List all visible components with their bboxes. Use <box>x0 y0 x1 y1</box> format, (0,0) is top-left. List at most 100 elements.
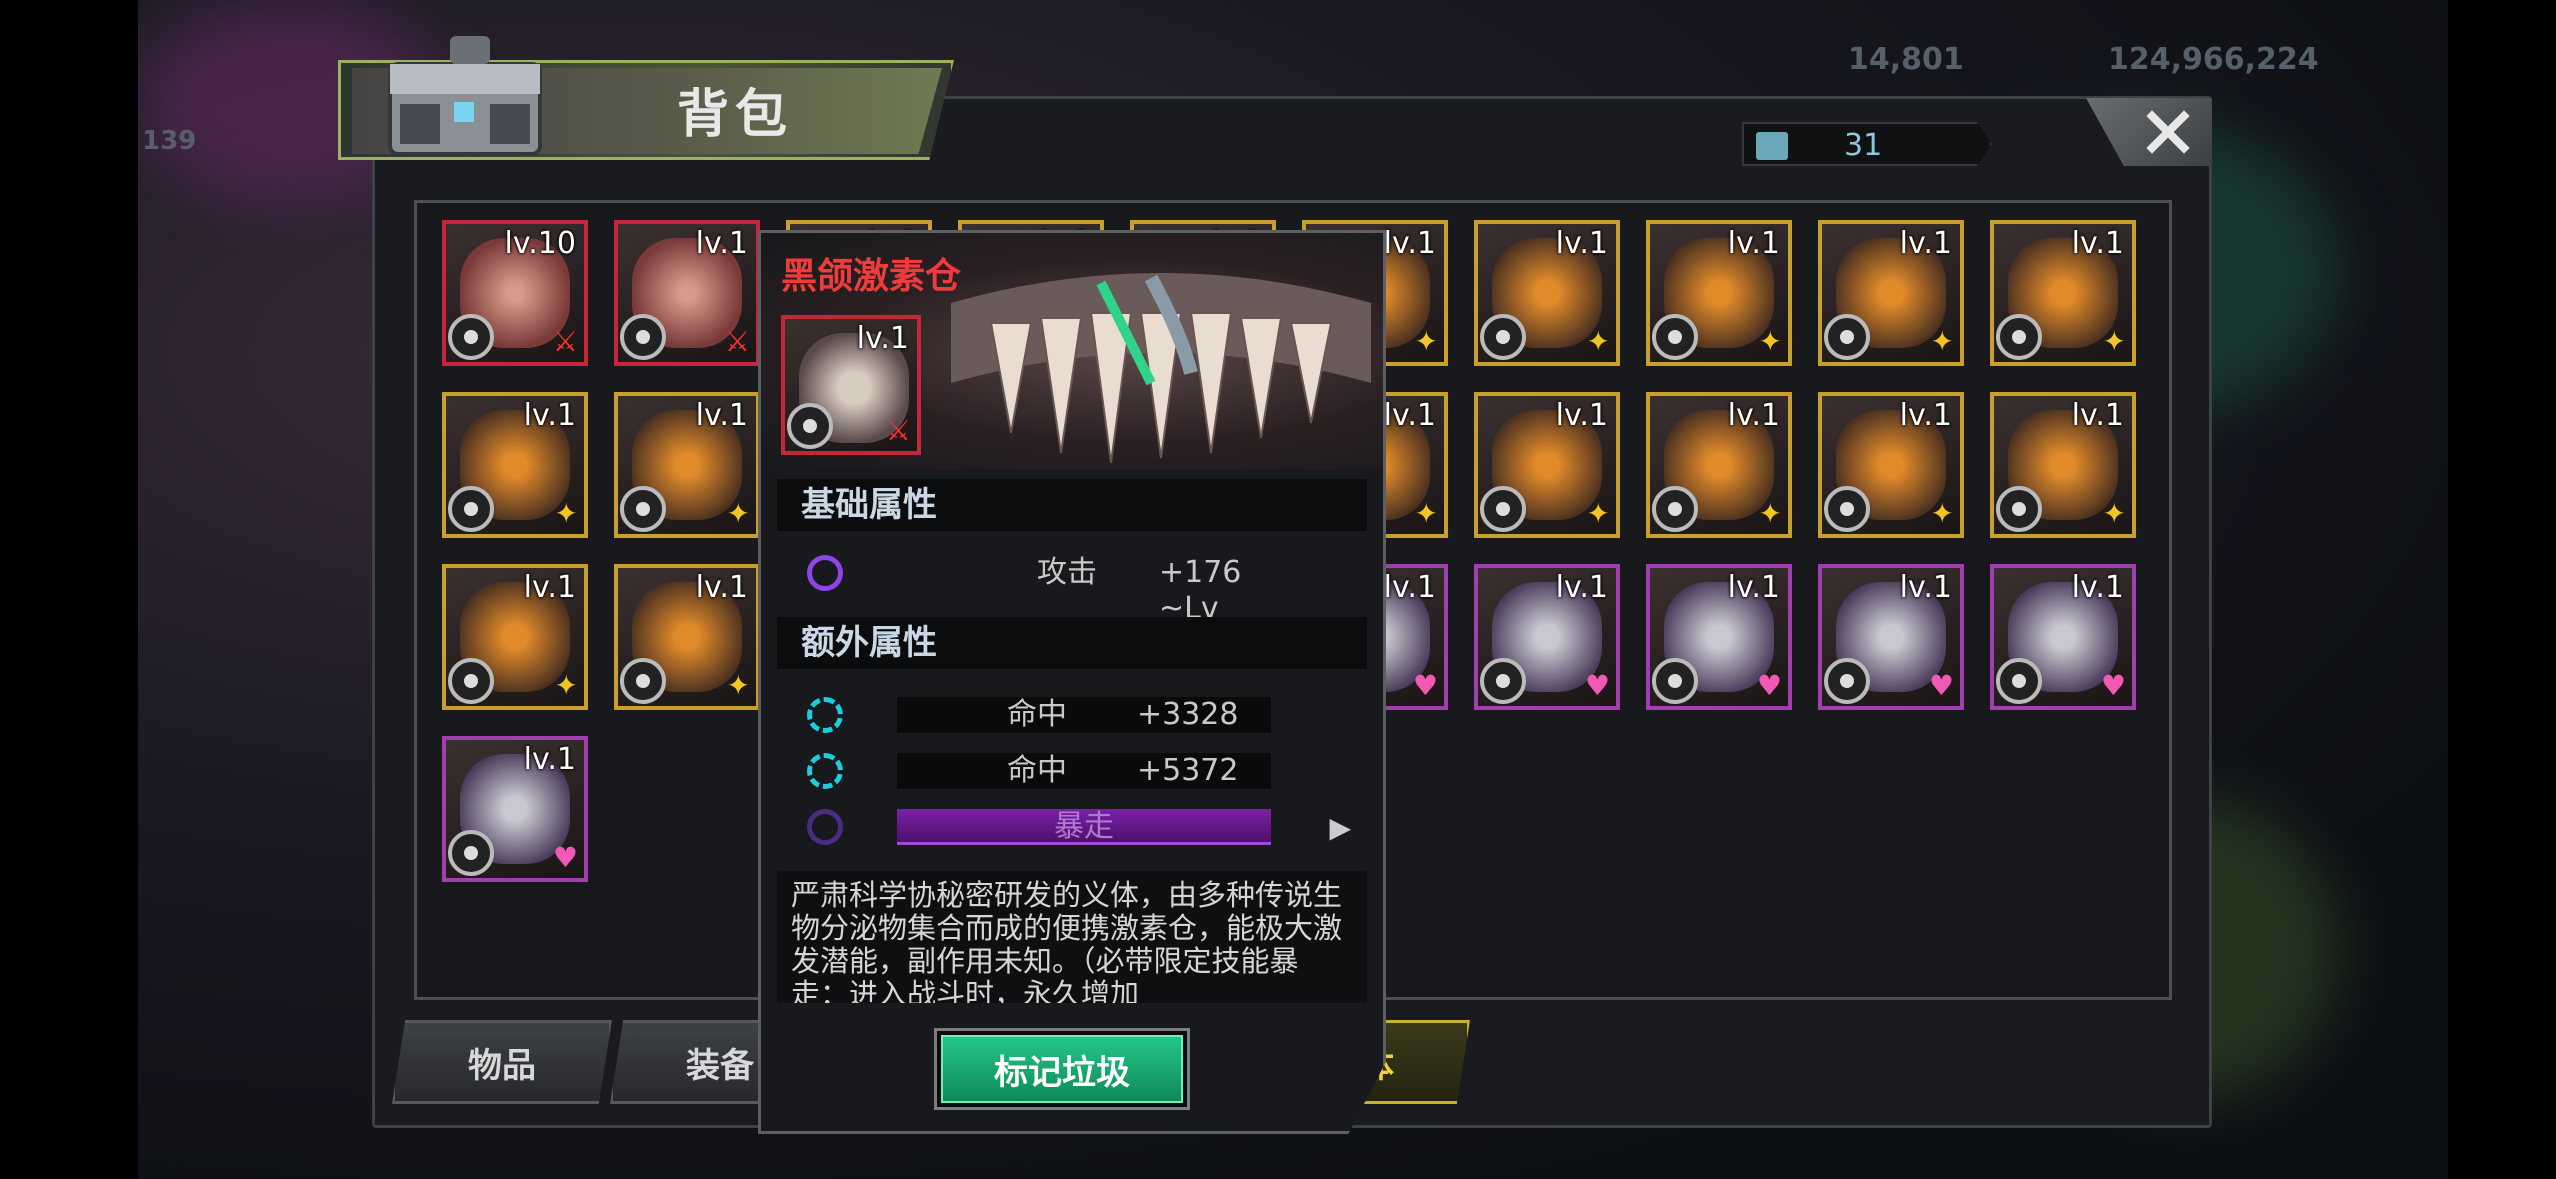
base-attributes-header: 基础属性 <box>777 479 1367 531</box>
slot-icon <box>1996 486 2042 532</box>
item-level: lv.1 <box>2071 398 2124 433</box>
inventory-item[interactable]: lv.1 ♥ <box>1990 564 2136 710</box>
inventory-item[interactable]: lv.1 ♥ <box>1818 564 1964 710</box>
hit-stat-bar-1: 命中 +3328 <box>897 697 1271 733</box>
slot-icon <box>448 658 494 704</box>
slot-icon <box>620 658 666 704</box>
hit-stat-icon <box>807 753 843 789</box>
item-level: lv.1 <box>1383 570 1436 605</box>
item-class-icon: ✦ <box>1758 325 1782 358</box>
attack-stat-name: 攻击 <box>1037 555 1097 590</box>
slot-icon <box>1824 486 1870 532</box>
mark-trash-button[interactable]: 标记垃圾 <box>934 1028 1190 1110</box>
item-class-icon: ⚔ <box>552 325 578 358</box>
inventory-item[interactable]: lv.1 ✦ <box>1646 392 1792 538</box>
tab-items[interactable]: 物品 <box>392 1020 612 1104</box>
item-level: lv.1 <box>523 570 576 605</box>
attack-stat-bar: 攻击 +176 ~Lv <box>897 555 1271 626</box>
inventory-item[interactable]: lv.1 ✦ <box>1818 392 1964 538</box>
side-number: 139 <box>142 126 197 156</box>
resource-2-value: 124,966,224 <box>2108 42 2319 77</box>
hit-stat-value-2: +5372 <box>1137 753 1239 788</box>
page-title: 背包 <box>676 85 793 145</box>
item-class-icon: ✦ <box>726 497 750 530</box>
item-class-icon: ♥ <box>1412 669 1438 702</box>
base-stat-attack: 攻击 +176 ~Lv <box>777 551 1367 626</box>
chest-icon <box>388 36 542 156</box>
resource-1-value: 14,801 <box>1848 42 1964 77</box>
slot-icon <box>1996 314 2042 360</box>
inventory-item[interactable]: lv.10 ⚔ <box>442 220 588 366</box>
hit-stat-icon <box>807 697 843 733</box>
item-level: lv.1 <box>523 742 576 777</box>
item-class-icon: ✦ <box>1586 325 1610 358</box>
skill-icon <box>807 809 843 845</box>
item-level: lv.1 <box>1727 398 1780 433</box>
slot-icon <box>1824 658 1870 704</box>
close-icon <box>2146 110 2190 154</box>
item-class-icon: ♥ <box>1584 669 1610 702</box>
tab-items-label: 物品 <box>468 1045 536 1086</box>
attack-stat-icon <box>807 555 843 591</box>
slot-icon <box>1480 486 1526 532</box>
item-class-icon: ✦ <box>554 497 578 530</box>
item-detail-popup: 黑颌激素仓 lv.1 ⚔ 基础属性 攻击 +176 ~Lv 额外属性 命中 +3… <box>758 230 1386 1134</box>
slot-icon <box>1652 314 1698 360</box>
play-arrow-icon[interactable]: ▶ <box>1329 811 1351 844</box>
item-level: lv.1 <box>695 226 748 261</box>
item-level: lv.1 <box>1555 226 1608 261</box>
item-level: lv.1 <box>2071 570 2124 605</box>
inventory-item[interactable]: lv.1 ✦ <box>614 564 760 710</box>
item-description[interactable]: 严肃科学协秘密研发的义体，由多种传说生物分泌物集合而成的便携激素仓，能极大激发潜… <box>777 871 1367 1003</box>
item-class-icon: ✦ <box>554 669 578 702</box>
skill-rampage-row[interactable]: 暴走 ▶ <box>777 805 1367 849</box>
inventory-item[interactable]: lv.1 ✦ <box>614 392 760 538</box>
inventory-item[interactable]: lv.1 ✦ <box>442 564 588 710</box>
inventory-item[interactable]: lv.1 ✦ <box>1474 220 1620 366</box>
item-class-icon: ✦ <box>1930 497 1954 530</box>
item-class-icon: ✦ <box>1414 325 1438 358</box>
slot-icon <box>787 403 833 449</box>
item-class-icon: ✦ <box>2102 325 2126 358</box>
inventory-item[interactable]: lv.1 ✦ <box>1646 220 1792 366</box>
slot-icon <box>1652 658 1698 704</box>
inventory-item[interactable]: lv.1 ✦ <box>1474 392 1620 538</box>
item-hero-art: 黑颌激素仓 lv.1 ⚔ <box>761 233 1383 469</box>
item-class-icon: ✦ <box>1586 497 1610 530</box>
slot-icon <box>620 314 666 360</box>
skill-rampage-label: 暴走 <box>897 809 1271 845</box>
item-level: lv.1 <box>1899 570 1952 605</box>
hit-stat-bar-2: 命中 +5372 <box>897 753 1271 789</box>
item-level: lv.1 <box>695 398 748 433</box>
item-level: lv.1 <box>1555 398 1608 433</box>
extra-stat-hit-1: 命中 +3328 <box>777 693 1367 737</box>
item-level: lv.1 <box>2071 226 2124 261</box>
inventory-item[interactable]: lv.1 ✦ <box>1818 220 1964 366</box>
slot-icon <box>448 830 494 876</box>
slot-icon <box>1652 486 1698 532</box>
slot-icon <box>1824 314 1870 360</box>
item-class-icon: ♥ <box>2100 669 2126 702</box>
item-level: lv.1 <box>1899 226 1952 261</box>
inventory-item[interactable]: lv.1 ♥ <box>1646 564 1792 710</box>
inventory-item[interactable]: lv.1 ♥ <box>442 736 588 882</box>
item-level: lv.1 <box>523 398 576 433</box>
hit-stat-value-1: +3328 <box>1137 697 1239 732</box>
capacity-value: 31 <box>1844 128 1883 163</box>
item-level: lv.1 <box>695 570 748 605</box>
item-class-icon: ✦ <box>726 669 750 702</box>
slot-icon <box>448 486 494 532</box>
inventory-item[interactable]: lv.1 ✦ <box>1990 392 2136 538</box>
capacity-indicator: 31 <box>1742 122 1992 166</box>
item-class-icon: ✦ <box>1930 325 1954 358</box>
hit-stat-name-1: 命中 <box>1007 697 1067 732</box>
inventory-item[interactable]: lv.1 ✦ <box>1990 220 2136 366</box>
item-level: lv.1 <box>1899 398 1952 433</box>
item-level: lv.1 <box>1383 226 1436 261</box>
item-class-icon: ✦ <box>1758 497 1782 530</box>
item-level: lv.1 <box>1727 226 1780 261</box>
extra-stat-hit-2: 命中 +5372 <box>777 749 1367 793</box>
inventory-item[interactable]: lv.1 ⚔ <box>614 220 760 366</box>
inventory-item[interactable]: lv.1 ♥ <box>1474 564 1620 710</box>
inventory-item[interactable]: lv.1 ✦ <box>442 392 588 538</box>
